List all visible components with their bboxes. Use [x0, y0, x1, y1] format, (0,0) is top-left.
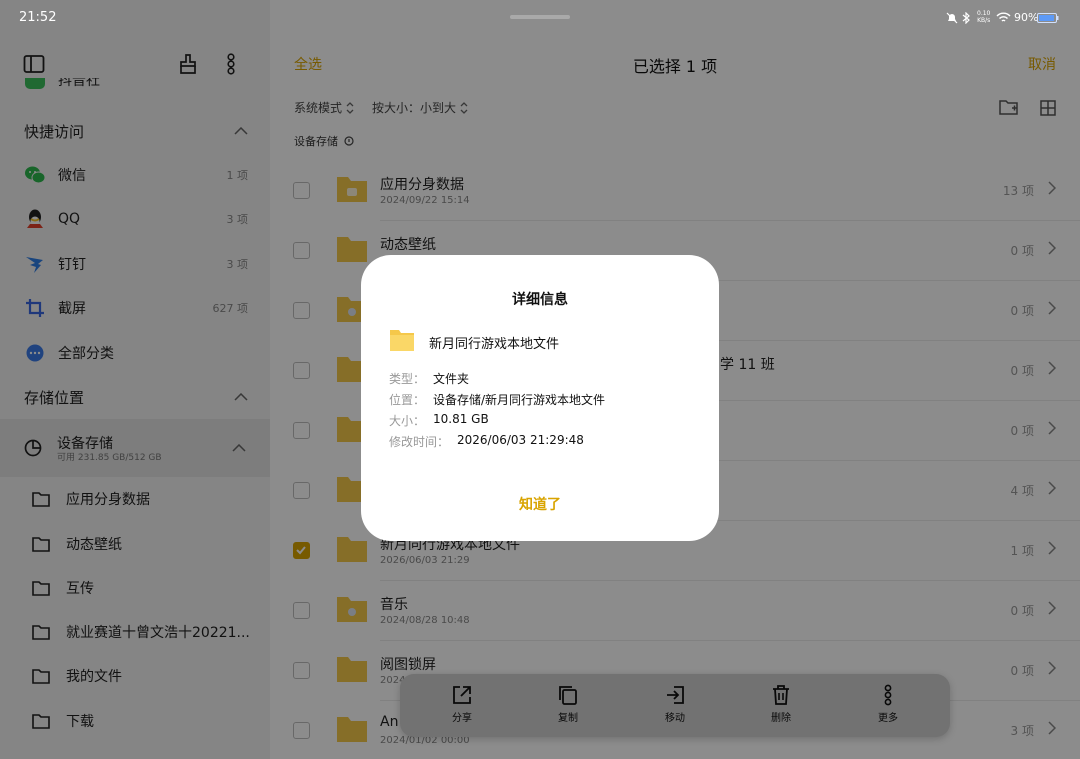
detail-modified-row: 修改时间： 2026/06/03 21:29:48	[389, 433, 584, 450]
status-bar: 21:52 0.10 KB/s 90%	[0, 0, 1080, 34]
battery-percent: 90%	[1014, 11, 1039, 24]
detail-location-link[interactable]: 设备存储/新月同行游戏本地文件	[433, 391, 605, 408]
dialog-file-name: 新月同行游戏本地文件	[429, 337, 560, 352]
net-speed-value: 0.10	[977, 10, 991, 17]
mute-bell-icon	[946, 12, 958, 24]
wifi-icon	[996, 12, 1011, 22]
net-speed-unit: KB/s	[977, 17, 991, 24]
detail-size-value: 10.81 GB	[433, 412, 489, 426]
detail-key: 大小：	[389, 414, 426, 428]
battery-icon	[1037, 13, 1059, 23]
detail-key: 修改时间：	[389, 435, 450, 449]
network-speed: 0.10 KB/s	[977, 10, 990, 24]
detail-type-row: 类型： 文件夹	[389, 370, 469, 387]
ok-button[interactable]: 知道了	[361, 494, 719, 514]
folder-icon	[390, 330, 414, 351]
detail-key: 位置：	[389, 393, 426, 407]
detail-location-row: 位置： 设备存储/新月同行游戏本地文件	[389, 391, 605, 408]
status-time: 21:52	[19, 10, 57, 25]
drag-handle[interactable]	[510, 15, 570, 19]
detail-type-value: 文件夹	[433, 372, 470, 386]
dialog-title: 详细信息	[512, 292, 568, 308]
bluetooth-icon	[962, 12, 970, 24]
details-dialog: 详细信息 新月同行游戏本地文件 类型： 文件夹 位置： 设备存储/新月同行游戏本…	[361, 255, 719, 541]
detail-size-row: 大小： 10.81 GB	[389, 412, 489, 429]
detail-key: 类型：	[389, 372, 426, 386]
detail-modified-value: 2026/06/03 21:29:48	[457, 433, 584, 447]
